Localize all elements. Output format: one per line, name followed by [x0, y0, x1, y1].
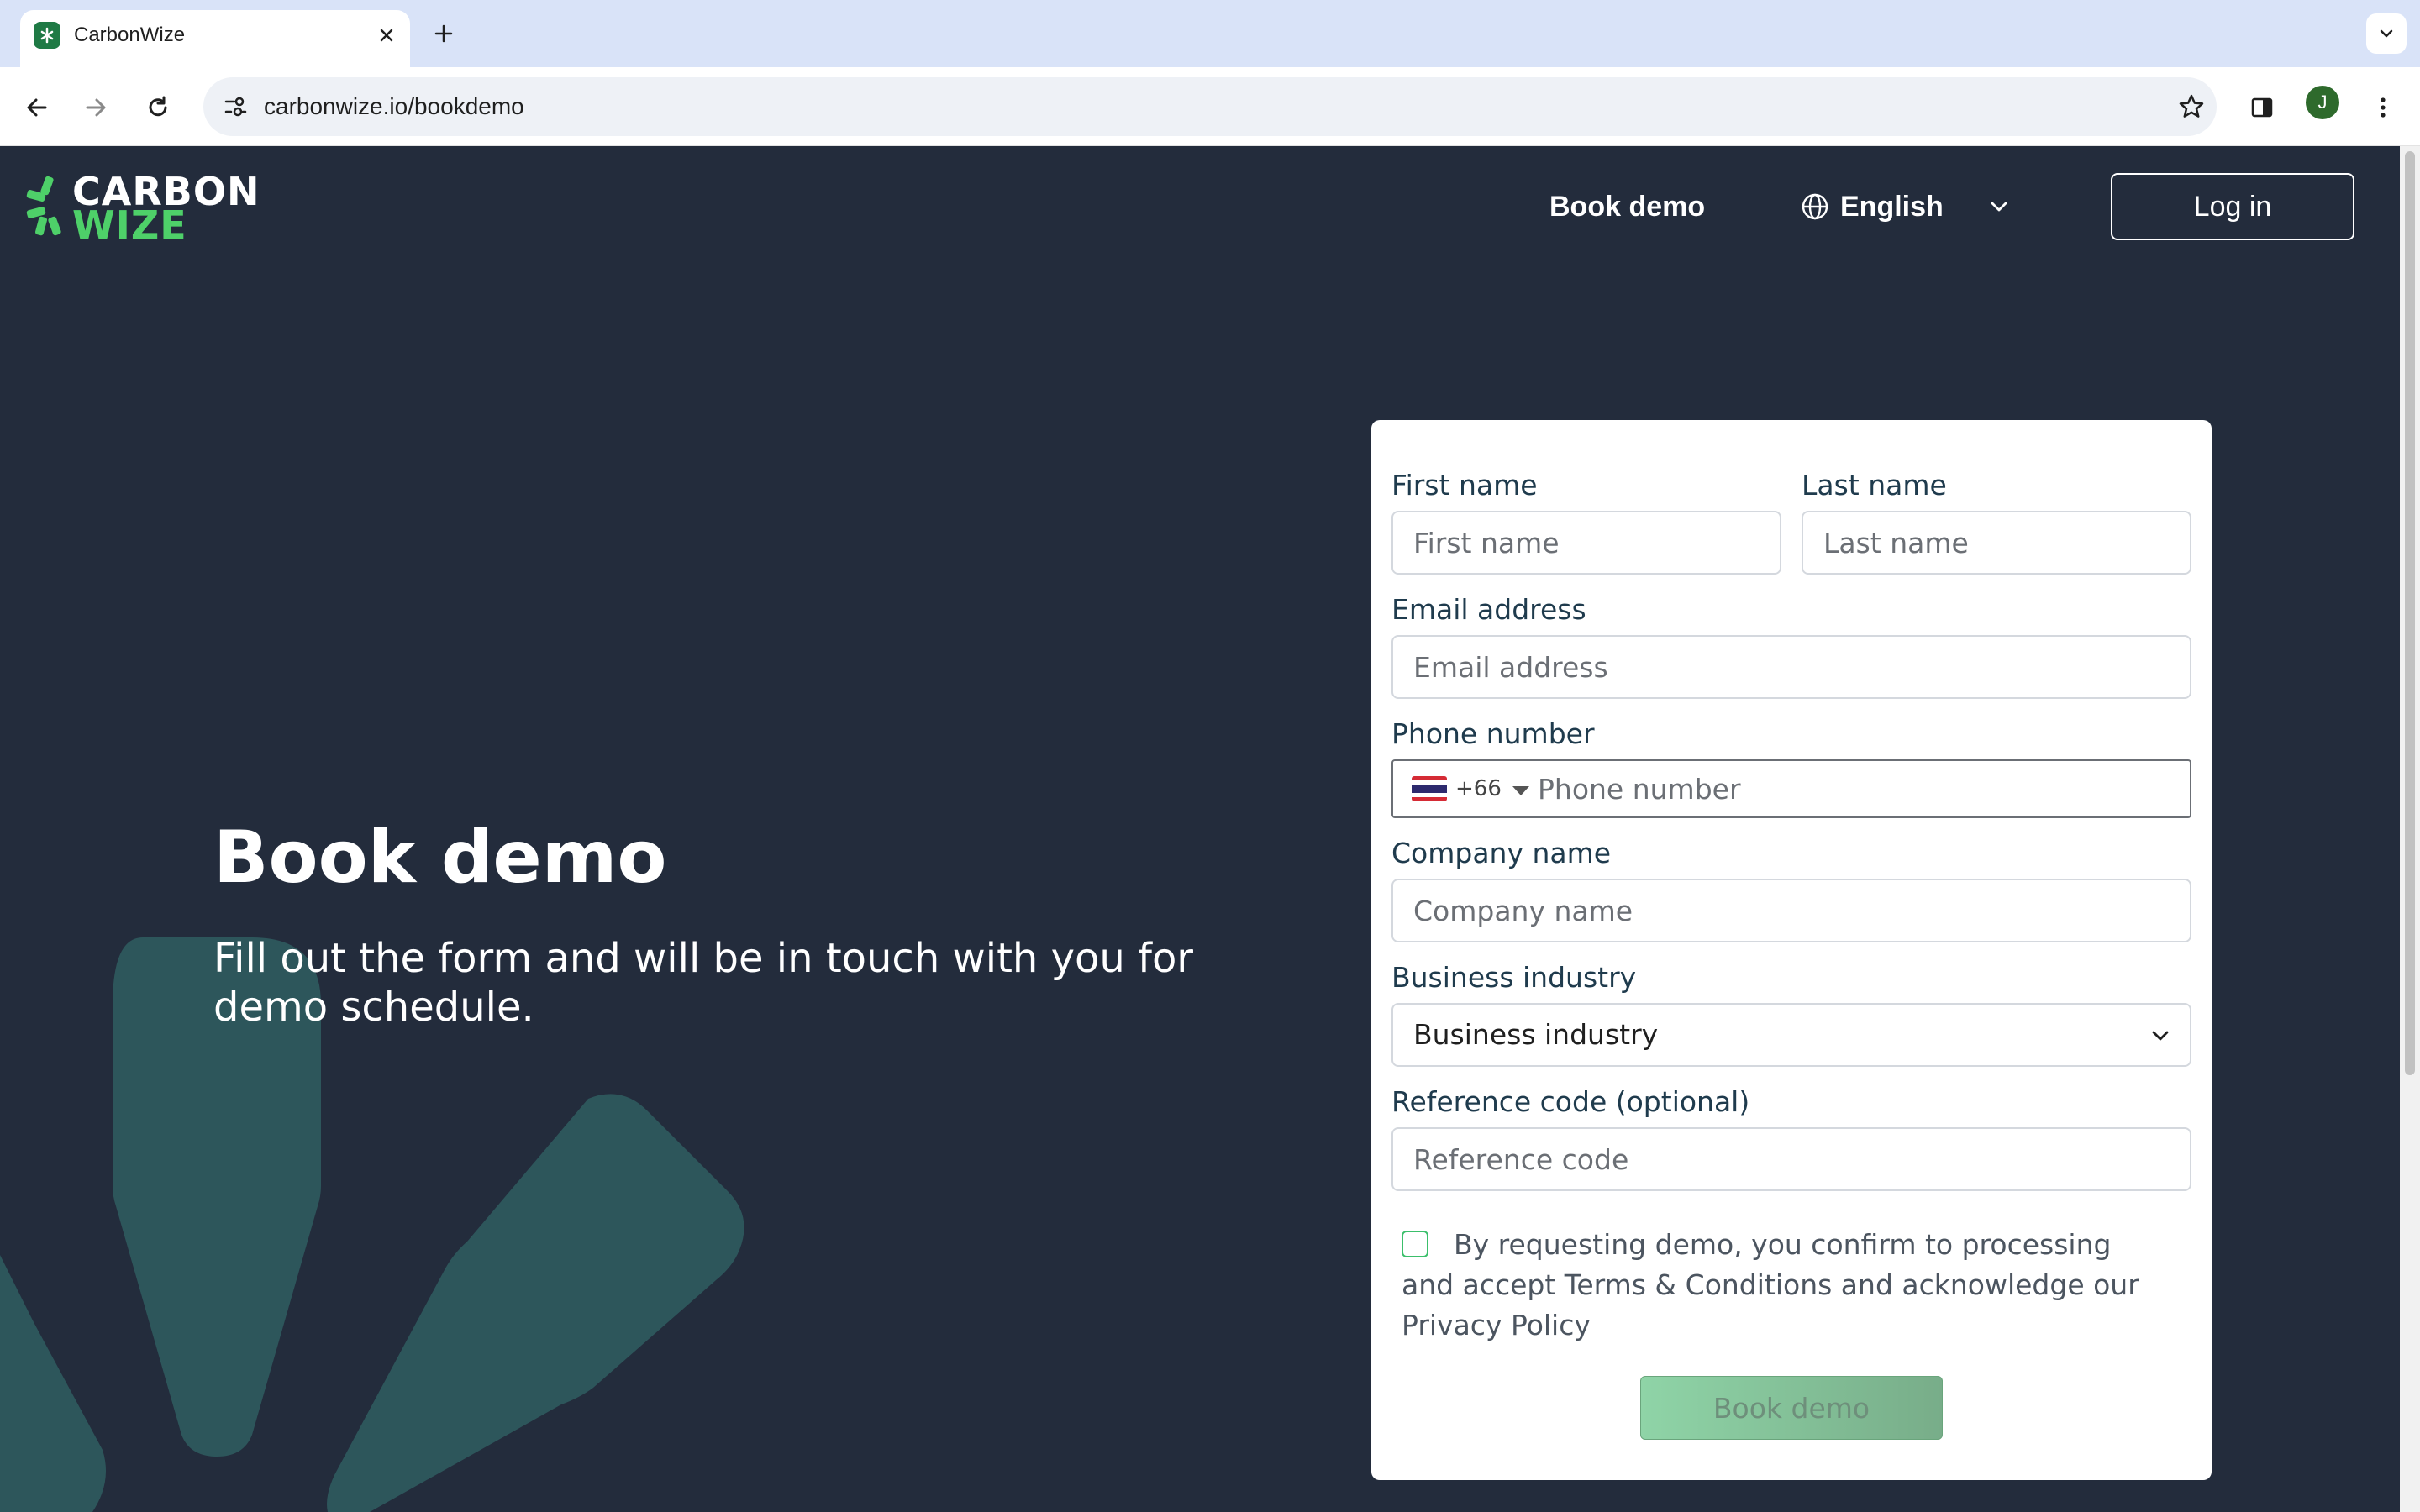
login-button[interactable]: Log in	[2111, 173, 2354, 240]
tab-title: CarbonWize	[74, 24, 186, 46]
browser-toolbar: carbonwize.io/bookdemo J	[0, 67, 2420, 146]
page-scrollbar[interactable]	[2400, 146, 2420, 1512]
phone-input-group: +66 Phone number	[1392, 759, 2191, 818]
caret-down-icon[interactable]	[1512, 786, 1529, 795]
reference-input[interactable]: Reference code	[1392, 1127, 2191, 1191]
chevron-down-icon	[2152, 1031, 2169, 1041]
phone-label: Phone number	[1392, 717, 1595, 750]
tab-strip: CarbonWize	[0, 0, 2420, 67]
book-demo-submit-button[interactable]: Book demo	[1640, 1376, 1943, 1440]
last-name-placeholder: Last name	[1823, 526, 1969, 559]
close-icon[interactable]	[371, 20, 402, 50]
email-placeholder: Email address	[1413, 650, 1608, 684]
industry-label: Business industry	[1392, 961, 1637, 994]
nav-book-demo-link[interactable]: Book demo	[1549, 186, 1705, 227]
globe-icon	[1802, 193, 1828, 220]
site-info-icon[interactable]	[218, 90, 252, 123]
first-name-label: First name	[1392, 469, 1538, 501]
company-label: Company name	[1392, 837, 1612, 869]
url-text: carbonwize.io/bookdemo	[264, 93, 524, 119]
logo-mark-icon	[26, 176, 61, 236]
company-placeholder: Company name	[1413, 894, 1634, 927]
reference-label: Reference code (optional)	[1392, 1085, 1750, 1118]
brand-logo[interactable]: CARBON WIZE	[25, 171, 259, 248]
industry-selected-value: Business industry	[1413, 1018, 1659, 1051]
consent-checkbox[interactable]	[1402, 1231, 1428, 1257]
favicon	[34, 22, 60, 49]
first-name-placeholder: First name	[1413, 526, 1560, 559]
logo-text-line2: WIZE	[72, 202, 187, 248]
company-input[interactable]: Company name	[1392, 879, 2191, 942]
chevron-down-icon[interactable]	[2366, 13, 2407, 54]
profile-avatar[interactable]: J	[2306, 86, 2339, 119]
page-subtitle: Fill out the form and will be in touch w…	[213, 935, 1194, 1031]
star-icon[interactable]	[2175, 90, 2208, 123]
sidepanel-icon[interactable]	[2242, 87, 2282, 128]
email-input[interactable]: Email address	[1392, 635, 2191, 699]
address-bar[interactable]: carbonwize.io/bookdemo	[203, 77, 2217, 136]
dial-code[interactable]: +66	[1455, 774, 1502, 803]
thailand-flag-icon[interactable]	[1412, 776, 1447, 801]
last-name-label: Last name	[1802, 469, 1947, 501]
reload-icon[interactable]	[138, 87, 178, 128]
consent-row: By requesting demo, you confirm to proce…	[1402, 1225, 2158, 1346]
language-label: English	[1840, 190, 1944, 223]
plus-icon[interactable]	[427, 17, 460, 50]
phone-input[interactable]: Phone number	[1538, 773, 1741, 806]
reference-placeholder: Reference code	[1413, 1142, 1629, 1176]
first-name-input[interactable]: First name	[1392, 511, 1781, 575]
kebab-menu-icon[interactable]	[2363, 87, 2403, 128]
industry-select[interactable]: Business industry	[1392, 1003, 2191, 1067]
page-title: Book demo	[213, 816, 667, 900]
book-demo-form: First name First name Last name Last nam…	[1371, 420, 2212, 1480]
back-icon[interactable]	[17, 87, 57, 128]
language-selector[interactable]: English	[1800, 186, 2011, 227]
browser-tab[interactable]: CarbonWize	[20, 10, 410, 67]
consent-text: By requesting demo, you confirm to proce…	[1402, 1228, 2139, 1341]
forward-icon[interactable]	[76, 87, 116, 128]
email-label: Email address	[1392, 593, 1586, 626]
chevron-down-icon	[1991, 202, 2007, 212]
last-name-input[interactable]: Last name	[1802, 511, 2191, 575]
scrollbar-thumb[interactable]	[2405, 151, 2415, 1075]
